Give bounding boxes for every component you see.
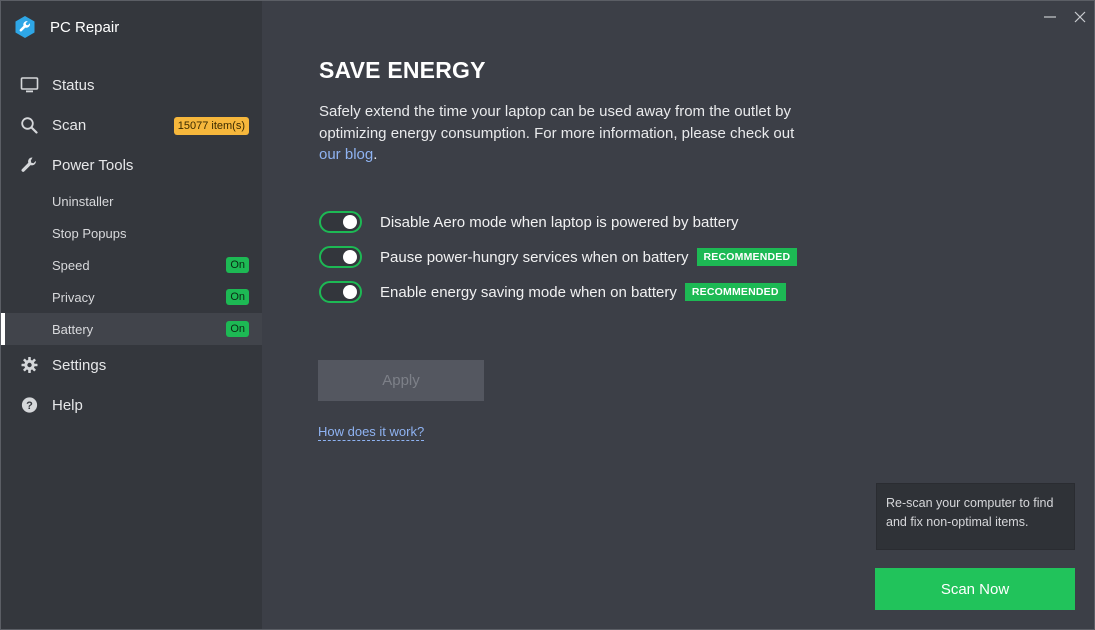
option-row: Enable energy saving mode when on batter…	[319, 280, 786, 304]
page-title: SAVE ENERGY	[319, 57, 486, 83]
option-row: Pause power-hungry services when on batt…	[319, 245, 798, 269]
toggle-pause-services[interactable]	[319, 246, 362, 268]
option-label: Pause power-hungry services when on batt…	[380, 248, 689, 266]
sidebar-item-scan[interactable]: Scan 15077 item(s)	[1, 105, 262, 145]
sidebar-item-settings[interactable]: Settings	[1, 345, 262, 385]
sidebar: PC Repair Status Scan 15077 item(s) Powe…	[1, 1, 262, 629]
sidebar-subitem-label: Stop Popups	[52, 225, 127, 241]
sidebar-subitem-label: Privacy	[52, 289, 95, 305]
svg-text:?: ?	[26, 400, 33, 412]
option-row: Disable Aero mode when laptop is powered…	[319, 210, 739, 234]
toggle-disable-aero[interactable]	[319, 211, 362, 233]
description-text: Safely extend the time your laptop can b…	[319, 103, 795, 142]
sidebar-subitem-stop-popups[interactable]: Stop Popups	[1, 217, 262, 249]
sidebar-subitem-label: Uninstaller	[52, 193, 114, 209]
close-icon[interactable]	[1070, 7, 1090, 27]
recommended-badge: RECOMMENDED	[696, 248, 798, 266]
status-badge: On	[226, 289, 249, 305]
sidebar-subitem-speed[interactable]: Speed On	[1, 249, 262, 281]
sidebar-item-status[interactable]: Status	[1, 65, 262, 105]
toggle-knob	[343, 215, 357, 229]
brand: PC Repair	[13, 14, 119, 40]
page-description: Safely extend the time your laptop can b…	[319, 101, 809, 166]
sidebar-item-help[interactable]: ? Help	[1, 385, 262, 425]
toggle-knob	[343, 285, 357, 299]
sidebar-subitem-label: Battery	[52, 321, 94, 337]
active-indicator	[1, 313, 5, 345]
apply-button[interactable]: Apply	[318, 360, 484, 401]
sidebar-subitem-battery[interactable]: Battery On	[1, 313, 262, 345]
gear-icon	[21, 357, 38, 373]
how-it-works-link[interactable]: How does it work?	[318, 424, 425, 441]
sidebar-item-label: Power Tools	[52, 156, 134, 174]
blog-link[interactable]: our blog	[319, 146, 373, 163]
recommended-badge: RECOMMENDED	[684, 283, 786, 301]
scan-now-button[interactable]: Scan Now	[875, 568, 1075, 610]
minimize-icon[interactable]	[1040, 7, 1060, 27]
sidebar-item-label: Status	[52, 76, 95, 94]
status-badge: On	[226, 321, 249, 337]
monitor-icon	[20, 77, 39, 93]
sidebar-item-label: Help	[52, 396, 83, 414]
wrench-repair-logo-icon	[15, 16, 35, 38]
help-icon: ?	[21, 397, 38, 413]
app-window: PC Repair Status Scan 15077 item(s) Powe…	[0, 0, 1095, 630]
option-label: Enable energy saving mode when on batter…	[380, 283, 677, 301]
sidebar-item-power-tools[interactable]: Power Tools	[1, 145, 262, 185]
sidebar-subitem-uninstaller[interactable]: Uninstaller	[1, 185, 262, 217]
rescan-hint: Re-scan your computer to find and fix no…	[876, 483, 1075, 550]
sidebar-item-label: Settings	[52, 356, 107, 374]
toggle-energy-saving[interactable]	[319, 281, 362, 303]
sidebar-subitem-privacy[interactable]: Privacy On	[1, 281, 262, 313]
search-icon	[21, 117, 38, 134]
wrench-icon	[21, 157, 36, 172]
status-badge: On	[226, 257, 249, 273]
app-title: PC Repair	[50, 18, 120, 36]
option-label: Disable Aero mode when laptop is powered…	[380, 213, 739, 231]
sidebar-item-label: Scan	[52, 116, 87, 134]
description-end: .	[373, 146, 378, 163]
main-panel: SAVE ENERGY Safely extend the time your …	[262, 1, 1094, 629]
sidebar-subitem-label: Speed	[52, 257, 90, 273]
toggle-knob	[343, 250, 357, 264]
scan-count-badge: 15077 item(s)	[173, 117, 249, 135]
